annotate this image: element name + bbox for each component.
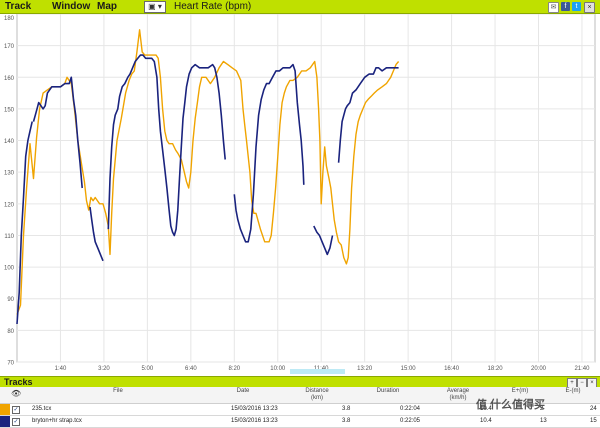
- y-tick-label: 110: [4, 234, 14, 240]
- x-tick-label: 10:00: [270, 366, 286, 372]
- y-tick-label: 70: [7, 361, 14, 367]
- col-distance-unit: (km): [311, 395, 323, 401]
- y-tick-label: 150: [4, 107, 15, 113]
- camera-dropdown-button[interactable]: ▣ ▾: [144, 1, 166, 13]
- menu-map[interactable]: Map: [97, 0, 117, 13]
- y-tick-label: 130: [4, 171, 15, 177]
- x-tick-label: 18:20: [488, 366, 504, 372]
- heart-rate-chart: 70 80 90 100 110 120 130 140 150 160 170 180 1:40 3:…: [0, 13, 600, 375]
- y-tick-label: 160: [4, 76, 15, 82]
- x-tick-label: 8:20: [228, 366, 240, 372]
- track-duration: 0:22:04: [400, 406, 421, 412]
- tracks-panel-header: Tracks + − ×: [0, 376, 600, 388]
- visibility-icon[interactable]: 👁: [11, 390, 21, 398]
- email-icon[interactable]: ✉: [548, 2, 559, 13]
- track-elevation-loss: 15: [590, 418, 597, 424]
- x-tick-label: 1:40: [55, 366, 67, 372]
- heart-rate-plot: 70 80 90 100 110 120 130 140 150 160 170 180 1:40 3:…: [4, 13, 596, 374]
- track-date: 15/03/2016 13:23: [231, 406, 278, 412]
- timeline-scroll-thumb[interactable]: [290, 369, 345, 374]
- track-elevation-gain: 13: [540, 418, 547, 424]
- y-tick-label: 90: [7, 297, 14, 303]
- col-distance[interactable]: Distance: [300, 388, 334, 395]
- tracks-panel-title: Tracks: [4, 377, 33, 387]
- y-tick-label: 120: [4, 202, 15, 208]
- chart-title: Heart Rate (bpm): [174, 1, 252, 12]
- x-tick-label: 6:40: [185, 366, 197, 372]
- x-tick-label: 5:00: [142, 366, 154, 372]
- y-tick-label: 100: [4, 266, 15, 272]
- track-distance: 3.8: [342, 418, 351, 424]
- track-visible-checkbox[interactable]: ✓: [12, 406, 20, 414]
- x-tick-label: 20:00: [531, 366, 547, 372]
- track-file: bryton+hr strap.tcx: [32, 418, 82, 424]
- y-tick-label: 170: [4, 44, 15, 50]
- col-average-unit: (km/h): [449, 395, 467, 401]
- x-tick-label: 21:40: [574, 366, 590, 372]
- x-tick-label: 16:40: [444, 366, 460, 372]
- col-elevation-loss[interactable]: E-(m): [560, 388, 586, 395]
- track-color-swatch: [0, 404, 10, 415]
- track-date: 15/03/2016 13:23: [231, 418, 278, 424]
- y-tick-label: 140: [4, 139, 15, 145]
- col-average[interactable]: Average: [438, 388, 478, 395]
- x-tick-label: 3:20: [98, 366, 110, 372]
- chart-toolbar: Track Window Map ▣ ▾ Heart Rate (bpm) ✉ …: [0, 0, 600, 14]
- watermark-logo: 值 什么值得买: [476, 399, 546, 411]
- facebook-icon[interactable]: f: [561, 2, 570, 11]
- track-distance: 3.8: [342, 406, 351, 412]
- track-duration: 0:22:05: [400, 418, 421, 424]
- col-date[interactable]: Date: [228, 388, 258, 395]
- y-tick-label: 180: [4, 16, 15, 22]
- x-tick-label: 15:00: [401, 366, 417, 372]
- close-icon[interactable]: ×: [584, 2, 595, 13]
- table-row[interactable]: ✓ bryton+hr strap.tcx 15/03/2016 13:23 3…: [0, 416, 600, 428]
- col-file[interactable]: File: [108, 388, 128, 395]
- track-file: 235.tcx: [32, 406, 52, 412]
- col-elevation-gain[interactable]: E+(m): [507, 388, 533, 395]
- menu-track[interactable]: Track: [5, 0, 31, 13]
- track-elevation-loss: 24: [590, 406, 597, 412]
- twitter-icon[interactable]: t: [572, 2, 581, 11]
- y-tick-label: 80: [7, 329, 14, 335]
- track-visible-checkbox[interactable]: ✓: [12, 418, 20, 426]
- col-duration[interactable]: Duration: [370, 388, 406, 395]
- track-color-swatch: [0, 416, 10, 427]
- track-average: 10.4: [480, 418, 492, 424]
- menu-window[interactable]: Window: [52, 0, 90, 13]
- x-tick-label: 13:20: [357, 366, 373, 372]
